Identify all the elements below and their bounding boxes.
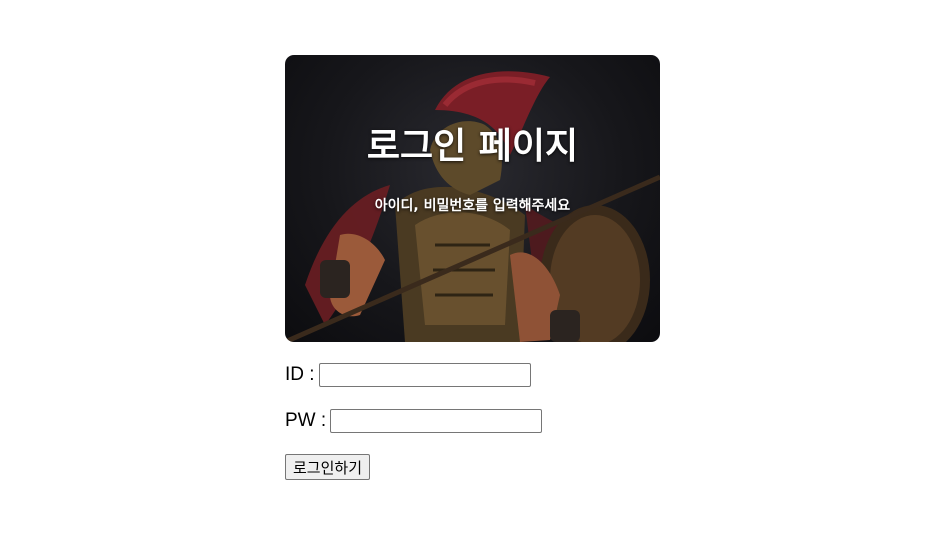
id-label: ID : bbox=[285, 364, 315, 385]
pw-row: PW : bbox=[285, 409, 660, 433]
page-title: 로그인 페이지 bbox=[366, 126, 579, 167]
pw-label: PW : bbox=[285, 410, 327, 431]
hero-banner: 로그인 페이지 아이디, 비밀번호를 입력해주세요 bbox=[285, 55, 660, 342]
page-subtitle: 아이디, 비밀번호를 입력해주세요 bbox=[374, 198, 571, 214]
id-row: ID : bbox=[285, 363, 660, 387]
login-container: 로그인 페이지 아이디, 비밀번호를 입력해주세요 ID : PW : 로그인하… bbox=[285, 55, 660, 480]
password-input[interactable] bbox=[330, 409, 543, 433]
login-button[interactable]: 로그인하기 bbox=[285, 454, 371, 480]
id-input[interactable] bbox=[318, 363, 531, 387]
